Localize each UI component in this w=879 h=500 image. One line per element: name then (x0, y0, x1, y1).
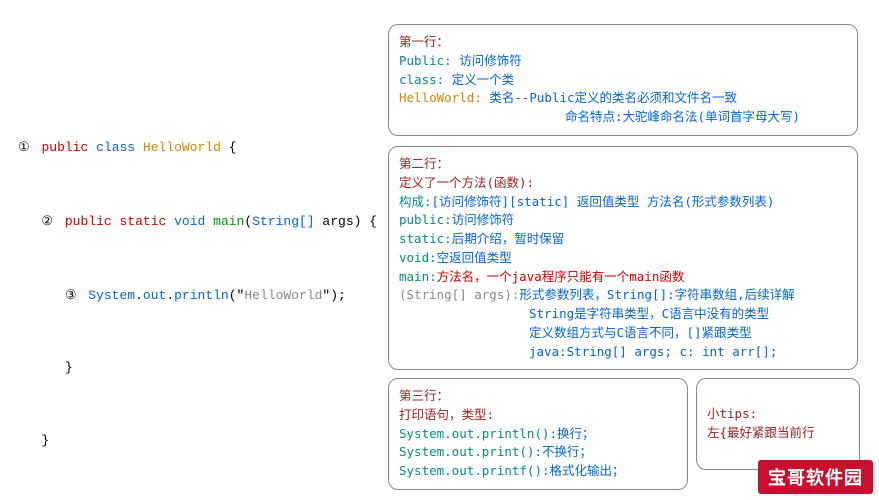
blank-line (18, 396, 377, 414)
dot: . (166, 288, 174, 303)
box1-row3: HelloWorld: 类名--Public定义的类名必须和文件名一致 (399, 89, 847, 108)
box2-row2: public:访问修饰符 (399, 211, 847, 230)
blank-line (18, 249, 377, 267)
brace2: { (361, 214, 377, 229)
blank-line (18, 323, 377, 341)
box2-sub: 定义了一个方法(函数): (399, 174, 847, 193)
box2-row9: java:String[] args; c: int arr[]; (399, 343, 847, 362)
system: System (88, 288, 135, 303)
annotation-box-4: 小tips: 左{最好紧跟当前行 (696, 378, 860, 470)
class-name: HelloWorld (143, 140, 221, 155)
box2-row4: void:空返回值类型 (399, 249, 847, 268)
out: out (143, 288, 166, 303)
box4-line: 左{最好紧跟当前行 (707, 424, 849, 443)
box1-r3-val: 类名--Public定义的类名必须和文件名一致 (482, 90, 737, 105)
kw-void: void (174, 214, 205, 229)
brace: { (221, 140, 237, 155)
box2-r6-key: (String[] args): (399, 287, 519, 302)
blank-line (18, 176, 377, 194)
box3-row3: System.out.printf():格式化输出； (399, 462, 677, 481)
box1-row1: Public: 访问修饰符 (399, 52, 847, 71)
code-line-5: } (18, 432, 377, 450)
box3-r1-key: System.out.println(): (399, 426, 557, 441)
paren-open: ( (229, 288, 237, 303)
box3-row1: System.out.println():换行； (399, 425, 677, 444)
box1-r1-val: 访问修饰符 (452, 53, 522, 68)
box2-r2-key: public: (399, 212, 452, 227)
box2-row1: 构成:[访问修饰符][static] 返回值类型 方法名(形式参数列表) (399, 193, 847, 212)
box2-row3: static:后期介绍，暂时保留 (399, 230, 847, 249)
annotation-box-3: 第三行： 打印语句，类型: System.out.println():换行； S… (388, 378, 688, 490)
kw-static: static (120, 214, 167, 229)
box3-sub: 打印语句，类型: (399, 406, 677, 425)
box2-title: 第二行： (399, 155, 847, 174)
box1-r1-key: Public: (399, 53, 452, 68)
box3-row2: System.out.print():不换行； (399, 443, 677, 462)
box2-r6-val: 形式参数列表，String[]:字符串数组,后续详解 (519, 287, 794, 302)
box1-title: 第一行： (399, 33, 847, 52)
println: println (174, 288, 229, 303)
box2-r3-val: 后期介绍，暂时保留 (452, 231, 565, 246)
paren-close: ) (330, 288, 338, 303)
box3-r2-val: 不换行； (542, 444, 592, 459)
line-number-1: ① (18, 139, 30, 154)
brace-close: } (41, 433, 49, 448)
box2-r5-key: main: (399, 269, 437, 284)
box1-r3-key: HelloWorld: (399, 90, 482, 105)
type-string-arr: String[] (252, 214, 314, 229)
box2-row7: String是字符串类型，C语言中没有的类型 (399, 305, 847, 324)
box1-r2-val: 定义一个类 (444, 72, 514, 87)
box3-title: 第三行： (399, 387, 677, 406)
box3-r1-val: 换行； (557, 426, 595, 441)
dot: . (135, 288, 143, 303)
box1-r2-key: class: (399, 72, 444, 87)
box1-row2: class: 定义一个类 (399, 71, 847, 90)
arg-args: args (315, 214, 354, 229)
box2-r4-val: 空返回值类型 (437, 250, 512, 265)
watermark-badge: 宝哥软件园 (758, 460, 873, 494)
box2-row5: main:方法名，一个java程序只能有一个main函数 (399, 268, 847, 287)
line-number-2: ② (41, 213, 53, 228)
kw-public: public (41, 140, 88, 155)
annotation-box-2: 第二行： 定义了一个方法(函数): 构成:[访问修饰符][static] 返回值… (388, 146, 858, 370)
kw-class: class (96, 140, 135, 155)
semicolon: ; (338, 288, 346, 303)
box3-r3-key: System.out.printf(): (399, 463, 550, 478)
box2-r1-val: [访问修饰符][static] 返回值类型 方法名(形式参数列表) (432, 194, 775, 209)
box2-row6: (String[] args):形式参数列表，String[]:字符串数组,后续… (399, 286, 847, 305)
box2-row8: 定义数组方式与C语言不同，[]紧跟类型 (399, 324, 847, 343)
code-block: ① public class HelloWorld { ② public sta… (18, 120, 377, 469)
method-main: main (213, 214, 244, 229)
code-line-4: } (18, 359, 377, 377)
code-line-3: ③ System.out.println("HelloWorld"); (18, 286, 377, 305)
string-literal: HelloWorld (244, 288, 322, 303)
box2-r1-key: 构成: (399, 194, 432, 209)
box1-row4: 命名特点:大驼峰命名法(单词首字母大写) (399, 108, 847, 127)
box3-r3-val: 格式化输出； (550, 463, 625, 478)
code-line-1: ① public class HelloWorld { (18, 138, 377, 157)
box2-r2-val: 访问修饰符 (452, 212, 515, 227)
code-line-2: ② public static void main(String[] args)… (18, 212, 377, 231)
box2-r4-key: void: (399, 250, 437, 265)
line-number-3: ③ (65, 287, 77, 302)
brace-close: } (65, 360, 73, 375)
kw-public2: public (65, 214, 112, 229)
box2-r5-val: 方法名，一个java程序只能有一个main函数 (437, 269, 685, 284)
box2-r3-key: static: (399, 231, 452, 246)
box4-title: 小tips: (707, 405, 849, 424)
box3-r2-key: System.out.print(): (399, 444, 542, 459)
annotation-box-1: 第一行： Public: 访问修饰符 class: 定义一个类 HelloWor… (388, 24, 858, 136)
